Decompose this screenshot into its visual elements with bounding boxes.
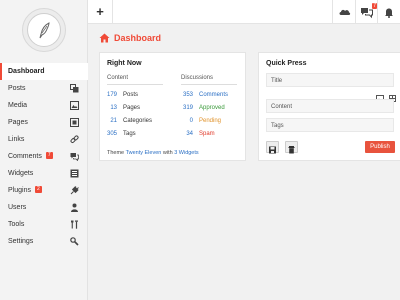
discussions-heading: Discussions <box>181 75 214 81</box>
sidebar-item-comments[interactable]: Comments 7 <box>0 148 88 165</box>
sidebar-item-label: Plugins <box>8 187 31 194</box>
delete-button[interactable] <box>285 141 298 154</box>
stat-number[interactable]: 179 <box>107 91 117 99</box>
content-field[interactable]: Content <box>266 99 394 113</box>
theme-link[interactable]: Twenty Eleven <box>126 150 162 156</box>
sidebar-item-pages[interactable]: Pages <box>0 114 88 131</box>
stat-row-approved[interactable]: 319 Approved <box>181 104 243 112</box>
theme-info: Theme Twenty Eleven with 3 Widgets <box>107 150 199 156</box>
sidebar-item-label: Settings <box>8 238 34 245</box>
stat-number[interactable]: 34 <box>186 130 193 138</box>
media-icon <box>70 101 79 110</box>
stat-row-spam[interactable]: 34 Spam <box>181 130 243 138</box>
sidebar-item-label: Links <box>8 136 25 143</box>
divider <box>355 0 356 24</box>
stat-number[interactable]: 13 <box>110 104 117 112</box>
sidebar-item-label: Media <box>8 102 28 109</box>
stat-number[interactable]: 21 <box>110 117 117 125</box>
admin-menu: Dashboard Posts Media Pages Links Commen… <box>0 63 88 250</box>
posts-icon <box>70 84 79 93</box>
plugins-icon <box>70 186 79 195</box>
divider <box>112 0 113 24</box>
stat-label[interactable]: Spam <box>199 130 215 138</box>
sidebar-item-label: Posts <box>8 85 26 92</box>
stat-label[interactable]: Comments <box>199 91 228 99</box>
sidebar-item-tools[interactable]: Tools <box>0 216 88 233</box>
home-icon <box>99 33 110 43</box>
tags-field[interactable]: Tags <box>266 118 394 132</box>
sidebar-item-links[interactable]: Links <box>0 131 88 148</box>
notifications-button[interactable]: 7 <box>360 3 377 19</box>
top-bar: + 7 <box>88 0 400 24</box>
settings-icon <box>70 237 79 246</box>
title-field[interactable]: Title <box>266 73 394 87</box>
sidebar-item-widgets[interactable]: Widgets <box>0 165 88 182</box>
sidebar-item-label: Widgets <box>8 170 34 177</box>
stat-row-pages[interactable]: 13 Pages <box>107 104 187 112</box>
panel-title: Quick Press <box>266 60 307 67</box>
quick-press-panel: Quick Press Title Content Tags Publish <box>258 52 400 161</box>
sidebar-item-label: Comments <box>8 153 42 160</box>
save-draft-button[interactable] <box>266 141 279 154</box>
sidebar-item-label: Users <box>8 204 27 211</box>
plugins-count-badge: 2 <box>34 185 42 193</box>
stat-row-pending[interactable]: 0 Pending <box>181 117 243 125</box>
sidebar-item-settings[interactable]: Settings <box>0 233 88 250</box>
stat-label[interactable]: Pending <box>199 117 221 125</box>
stat-number[interactable]: 353 <box>183 91 193 99</box>
stat-label[interactable]: Posts <box>123 91 138 99</box>
widgets-icon <box>70 169 79 178</box>
widgets-link[interactable]: 3 Widgets <box>174 150 198 156</box>
stat-label[interactable]: Tags <box>123 130 136 138</box>
stat-row-comments[interactable]: 353 Comments <box>181 91 243 99</box>
cloud-button[interactable] <box>338 5 352 19</box>
comments-icon <box>70 153 79 161</box>
site-logo[interactable] <box>22 8 66 52</box>
stat-number[interactable]: 305 <box>107 130 117 138</box>
sidebar-item-plugins[interactable]: Plugins 2 <box>0 182 88 199</box>
content-heading: Content <box>107 75 129 81</box>
comments-count-badge: 7 <box>45 151 53 159</box>
bell-icon <box>385 8 393 18</box>
sidebar-item-label: Tools <box>8 221 25 228</box>
divider <box>181 84 237 85</box>
stat-row-posts[interactable]: 179 Posts <box>107 91 187 99</box>
stat-number[interactable]: 0 <box>190 117 193 125</box>
save-icon <box>269 146 276 154</box>
alerts-button[interactable] <box>382 5 396 19</box>
sidebar-item-users[interactable]: Users <box>0 199 88 216</box>
stat-row-categories[interactable]: 21 Categories <box>107 117 187 125</box>
sidebar-item-posts[interactable]: Posts <box>0 80 88 97</box>
divider <box>377 0 378 24</box>
stat-number[interactable]: 319 <box>183 104 193 112</box>
sidebar-item-label: Dashboard <box>8 68 45 75</box>
right-now-panel: Right Now Content Discussions 179 Posts … <box>99 52 246 161</box>
publish-button[interactable]: Publish <box>365 141 395 153</box>
trash-icon <box>288 146 295 154</box>
stat-label[interactable]: Pages <box>123 104 140 112</box>
theme-with: with <box>162 150 173 156</box>
divider <box>332 0 333 24</box>
new-content-button[interactable]: + <box>92 4 108 20</box>
page-title-text: Dashboard <box>114 33 162 43</box>
users-icon <box>71 203 78 212</box>
panel-title: Right Now <box>107 60 142 67</box>
logo-inner <box>27 13 61 47</box>
stat-label[interactable]: Categories <box>123 117 152 125</box>
stat-row-tags[interactable]: 305 Tags <box>107 130 187 138</box>
sidebar-item-media[interactable]: Media <box>0 97 88 114</box>
pages-icon <box>70 118 79 127</box>
tools-icon <box>71 220 78 229</box>
quill-icon <box>39 22 50 39</box>
sidebar-item-label: Pages <box>8 119 28 126</box>
cloud-icon <box>339 9 351 15</box>
theme-prefix: Theme <box>107 150 125 156</box>
sidebar-item-dashboard[interactable]: Dashboard <box>0 63 88 80</box>
links-icon <box>70 135 79 143</box>
stat-label[interactable]: Approved <box>199 104 225 112</box>
sidebar: Dashboard Posts Media Pages Links Commen… <box>0 0 88 300</box>
divider <box>107 84 163 85</box>
